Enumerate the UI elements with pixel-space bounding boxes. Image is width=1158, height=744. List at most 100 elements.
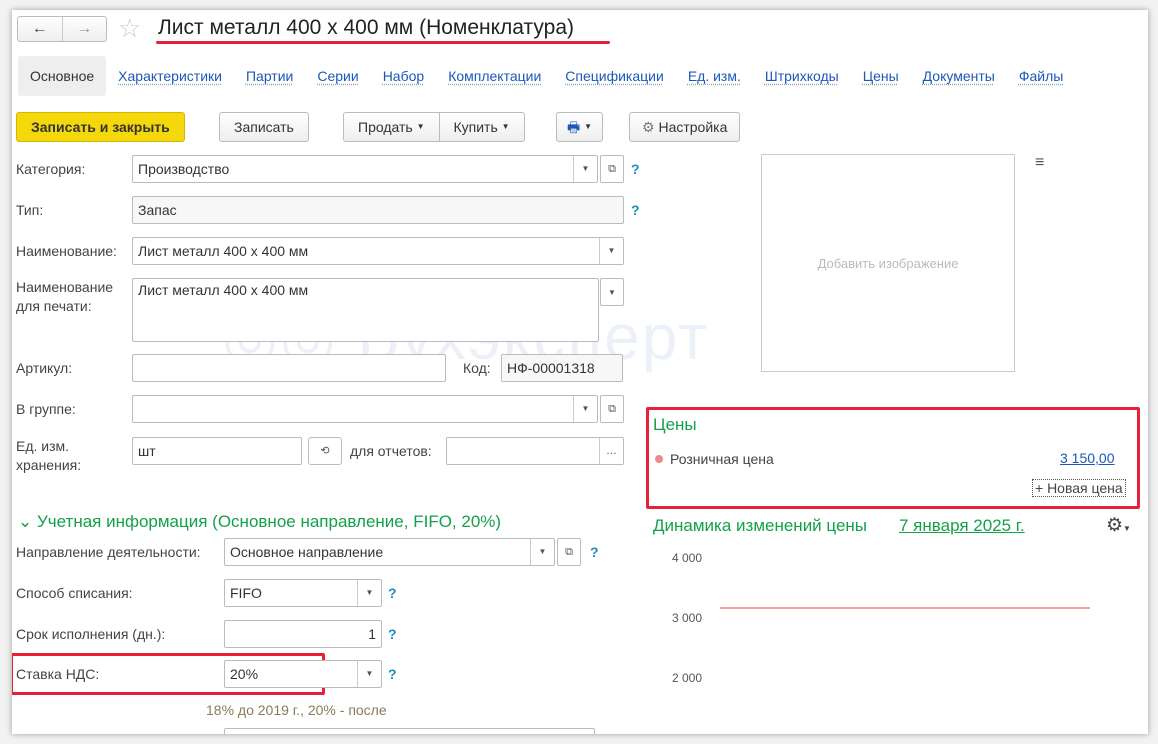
chevron-down-icon: ⌄	[18, 512, 33, 531]
gear-icon: ⚙	[642, 119, 655, 135]
article-label: Артикул:	[16, 360, 73, 376]
help-icon[interactable]: ?	[631, 161, 640, 177]
price-chart: 4 000 3 000 2 000	[672, 551, 1090, 685]
tab-characteristics[interactable]: Характеристики	[106, 56, 234, 96]
open-icon[interactable]: ⧉	[600, 155, 624, 183]
y-tick-label: 2 000	[672, 671, 702, 685]
open-icon[interactable]: ⧉	[557, 538, 581, 566]
chevron-down-icon[interactable]: ▼	[573, 156, 597, 182]
buy-button[interactable]: Купить ▼	[439, 112, 525, 142]
accounting-header-text: Учетная информация (Основное направление…	[36, 512, 502, 531]
sell-buy-group: Продать ▼ Купить ▼	[343, 112, 525, 142]
chevron-down-icon[interactable]: ▼	[599, 238, 623, 264]
code-field[interactable]: НФ-00001318	[501, 354, 623, 382]
chart-title: Динамика изменений цены	[653, 516, 868, 535]
page-title: Лист металл 400 х 400 мм (Номенклатура)	[158, 16, 574, 39]
type-field[interactable]: Запас	[132, 196, 624, 224]
vat-hint: 18% до 2019 г., 20% - после	[206, 702, 387, 718]
tab-barcodes[interactable]: Штрихкоды	[753, 56, 851, 96]
chevron-down-icon[interactable]: ▼	[573, 396, 597, 422]
price-value-link[interactable]: 3 150,00	[1060, 450, 1115, 466]
vat-label: Ставка НДС:	[16, 666, 100, 682]
tab-files[interactable]: Файлы	[1007, 56, 1075, 96]
chart-settings-gear-icon[interactable]: ⚙▼	[1106, 514, 1131, 537]
accounting-section-header[interactable]: ⌄ Учетная информация (Основное направлен…	[18, 512, 501, 532]
tab-documents[interactable]: Документы	[911, 56, 1007, 96]
print-button[interactable]: 🖶 ▼	[556, 112, 604, 142]
tab-specifications[interactable]: Спецификации	[553, 56, 676, 96]
writeoff-field[interactable]: FIFO ▼	[224, 579, 382, 607]
type-label: Тип:	[16, 202, 44, 218]
vat-field[interactable]: 20% ▼	[224, 660, 382, 688]
buy-label: Купить	[453, 119, 498, 135]
category-label: Категория:	[16, 161, 86, 177]
unit-field[interactable]: шт	[132, 437, 302, 465]
tab-prices[interactable]: Цены	[851, 56, 911, 96]
history-icon[interactable]: ⟲	[308, 437, 342, 465]
group-label: В группе:	[16, 401, 76, 417]
title-highlight	[156, 41, 610, 44]
writeoff-value: FIFO	[230, 585, 262, 601]
tab-batches[interactable]: Партии	[234, 56, 305, 96]
tab-set[interactable]: Набор	[371, 56, 437, 96]
nav-buttons: ← →	[17, 16, 107, 42]
favorite-star-icon[interactable]: ☆	[118, 13, 141, 44]
term-field[interactable]: 1	[224, 620, 382, 648]
name-label: Наименование:	[16, 243, 117, 259]
help-icon[interactable]: ?	[388, 626, 397, 642]
direction-field[interactable]: Основное направление ▼	[224, 538, 555, 566]
term-label: Срок исполнения (дн.):	[16, 626, 166, 642]
y-tick-label: 3 000	[672, 611, 702, 625]
tab-bar: Основное Характеристики Партии Серии Наб…	[18, 56, 1075, 96]
print-name-label: Наименование для печати:	[16, 279, 114, 314]
item-window: ◎◎ Бухэксперт ← → ☆ Лист металл 400 х 40…	[12, 10, 1148, 734]
tab-main[interactable]: Основное	[18, 56, 107, 96]
help-icon[interactable]: ?	[590, 544, 599, 560]
tab-series[interactable]: Серии	[305, 56, 370, 96]
print-name-field[interactable]: Лист металл 400 х 400 мм	[132, 278, 599, 342]
vat-value: 20%	[230, 666, 259, 682]
report-unit-field[interactable]: …	[446, 437, 624, 465]
help-icon[interactable]: ?	[388, 585, 397, 601]
open-icon[interactable]: ⧉	[600, 395, 624, 423]
unit-label: Ед. изм. хранения:	[16, 438, 82, 473]
sell-button[interactable]: Продать ▼	[343, 112, 440, 142]
sell-label: Продать	[358, 119, 413, 135]
article-field[interactable]	[132, 354, 446, 382]
series-dot-icon	[655, 455, 663, 463]
chart-date-link[interactable]: 7 января 2025 г.	[899, 516, 1025, 536]
image-placeholder[interactable]: Добавить изображение	[761, 154, 1015, 372]
chevron-down-icon[interactable]: ▼	[600, 278, 624, 306]
direction-label: Направление деятельности:	[16, 544, 201, 560]
save-button[interactable]: Записать	[219, 112, 309, 142]
forward-button[interactable]: →	[61, 17, 107, 41]
help-icon[interactable]: ?	[631, 202, 640, 218]
settings-label: Настройка	[658, 119, 728, 135]
select-icon[interactable]: …	[599, 438, 623, 464]
next-field[interactable]	[224, 728, 595, 734]
name-value: Лист металл 400 х 400 мм	[138, 243, 309, 259]
prices-title: Цены	[653, 415, 697, 434]
tab-kits[interactable]: Комплектации	[436, 56, 553, 96]
report-unit-label: для отчетов:	[350, 443, 432, 459]
chevron-down-icon[interactable]: ▼	[357, 580, 381, 606]
chevron-down-icon[interactable]: ▼	[530, 539, 554, 565]
printer-icon: 🖶	[567, 119, 581, 135]
y-tick-label: 4 000	[672, 551, 702, 565]
code-label: Код:	[463, 360, 491, 376]
help-icon[interactable]: ?	[388, 666, 397, 682]
chevron-down-icon[interactable]: ▼	[357, 661, 381, 687]
new-price-button[interactable]: + Новая цена	[1032, 479, 1126, 497]
category-field[interactable]: Производство ▼	[132, 155, 598, 183]
price-type-name: Розничная цена	[670, 451, 774, 467]
name-field[interactable]: Лист металл 400 х 400 мм ▼	[132, 237, 624, 265]
save-close-button[interactable]: Записать и закрыть	[16, 112, 185, 142]
settings-button[interactable]: ⚙ Настройка	[629, 112, 741, 142]
direction-value: Основное направление	[230, 544, 384, 560]
category-value: Производство	[138, 161, 230, 177]
back-button[interactable]: ←	[18, 17, 62, 41]
menu-icon[interactable]: ≡	[1035, 154, 1044, 172]
tab-units[interactable]: Ед. изм.	[676, 56, 753, 96]
writeoff-label: Способ списания:	[16, 585, 133, 601]
group-field[interactable]: ▼	[132, 395, 598, 423]
